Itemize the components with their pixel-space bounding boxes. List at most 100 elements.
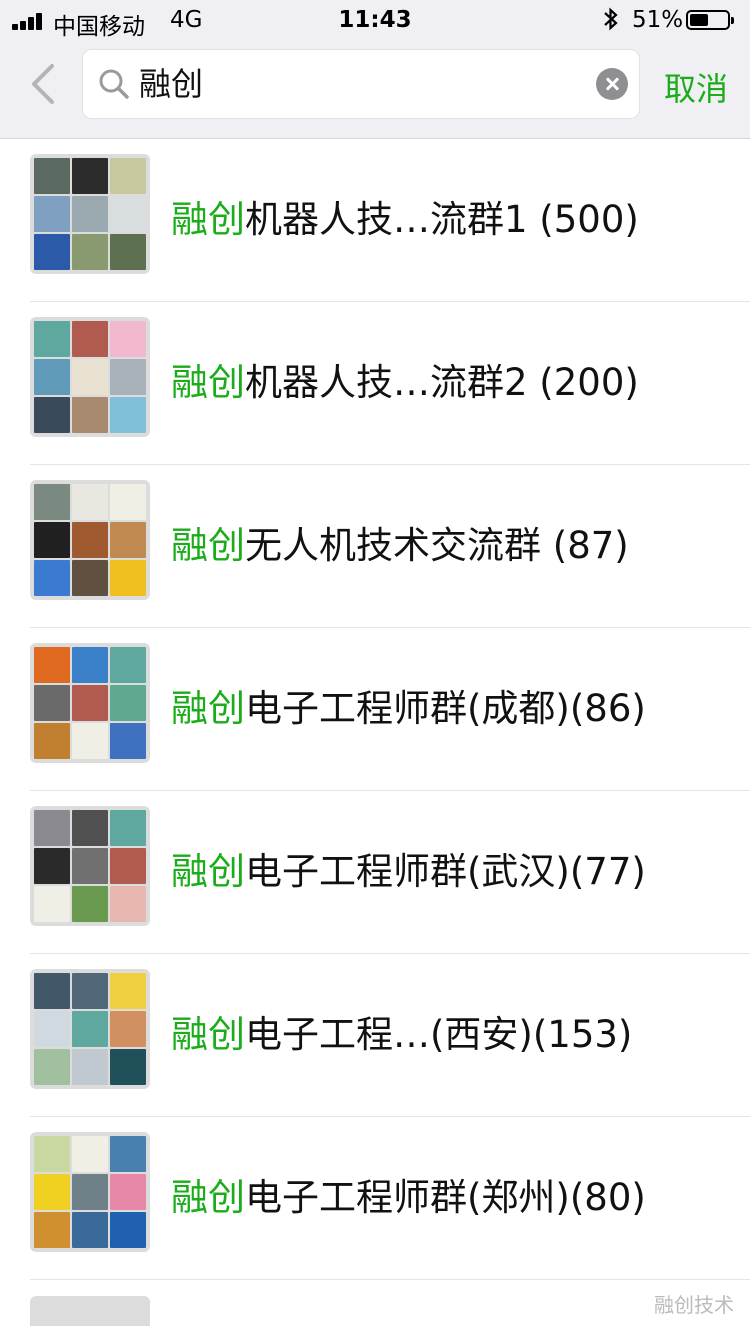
member-avatar-tile [72,973,108,1009]
group-name: 融创无人机技术交流群 (87) [171,515,629,569]
member-avatar-tile [34,886,70,922]
highlight-match: 融创 [171,524,245,567]
back-button[interactable] [28,62,58,106]
member-avatar-tile [72,560,108,596]
result-row[interactable]: 融创机器人技…流群2 (200) [0,302,750,465]
group-avatar [30,1296,150,1326]
member-avatar-tile [110,1174,146,1210]
member-avatar-tile [72,1136,108,1172]
member-avatar-tile [34,973,70,1009]
member-avatar-tile [72,158,108,194]
member-avatar-tile [110,723,146,759]
member-avatar-tile [72,1174,108,1210]
chevron-left-icon [32,64,54,104]
member-avatar-tile [110,1136,146,1172]
group-name-rest: 电子工程…(西安)(153) [245,1013,633,1056]
highlight-match: 融创 [171,687,245,730]
member-avatar-tile [72,359,108,395]
member-avatar-tile [72,1011,108,1047]
group-name: 融创电子工程师群(郑州)(80) [171,1167,646,1221]
member-avatar-tile [110,158,146,194]
member-avatar-tile [34,522,70,558]
member-avatar-tile [72,196,108,232]
member-avatar-tile [110,522,146,558]
member-avatar-tile [34,1212,70,1248]
group-name: 融创机器人技…流群2 (200) [171,352,639,406]
member-avatar-tile [72,886,108,922]
member-avatar-tile [34,321,70,357]
result-row[interactable]: 融创无人机技术交流群 (87) [0,465,750,628]
result-row[interactable]: 融创电子工程…(西安)(153) [0,954,750,1117]
group-avatar [30,806,150,926]
member-avatar-tile [34,359,70,395]
highlight-match: 融创 [171,850,245,893]
bluetooth-icon [603,6,619,38]
member-avatar-tile [72,397,108,433]
result-row-partial[interactable]: 融创技术 [0,1280,750,1326]
search-icon [99,69,129,99]
member-avatar-tile [110,886,146,922]
member-avatar-tile [72,810,108,846]
member-avatar-tile [34,1136,70,1172]
group-avatar [30,317,150,437]
group-avatar [30,643,150,763]
highlight-match: 融创 [171,1176,245,1219]
member-avatar-tile [72,321,108,357]
group-avatar [30,480,150,600]
member-avatar-tile [34,397,70,433]
group-name: 融创电子工程师群(成都)(86) [171,678,646,732]
search-field[interactable] [82,49,640,119]
watermark: 融创技术 [654,1293,734,1317]
member-avatar-tile [72,685,108,721]
member-avatar-tile [72,1212,108,1248]
clear-search-icon[interactable] [596,68,628,100]
member-avatar-tile [72,1049,108,1085]
member-avatar-tile [110,359,146,395]
member-avatar-tile [34,196,70,232]
member-avatar-tile [34,810,70,846]
result-row[interactable]: 融创电子工程师群(武汉)(77) [0,791,750,954]
member-avatar-tile [110,234,146,270]
member-avatar-tile [110,848,146,884]
group-avatar [30,969,150,1089]
member-avatar-tile [34,1049,70,1085]
highlight-match: 融创 [171,1013,245,1056]
group-avatar [30,1132,150,1252]
result-row[interactable]: 融创电子工程师群(郑州)(80) [0,1117,750,1280]
highlight-match: 融创 [171,198,245,241]
result-row[interactable]: 融创电子工程师群(成都)(86) [0,628,750,791]
result-row[interactable]: 融创机器人技…流群1 (500) [0,139,750,302]
member-avatar-tile [34,560,70,596]
search-input[interactable] [139,50,569,118]
member-avatar-tile [34,234,70,270]
group-avatar [30,154,150,274]
member-avatar-tile [72,723,108,759]
member-avatar-tile [110,560,146,596]
member-avatar-tile [72,647,108,683]
group-name-rest: 电子工程师群(成都)(86) [245,687,646,730]
highlight-match: 融创 [171,361,245,404]
battery-icon [686,10,734,30]
group-name-rest: 电子工程师群(郑州)(80) [245,1176,646,1219]
member-avatar-tile [110,1049,146,1085]
member-avatar-tile [110,810,146,846]
group-name: 融创电子工程师群(武汉)(77) [171,841,646,895]
member-avatar-tile [34,484,70,520]
member-avatar-tile [72,522,108,558]
member-avatar-tile [110,484,146,520]
member-avatar-tile [34,1011,70,1047]
member-avatar-tile [34,647,70,683]
member-avatar-tile [110,1011,146,1047]
member-avatar-tile [110,397,146,433]
member-avatar-tile [110,973,146,1009]
member-avatar-tile [34,158,70,194]
member-avatar-tile [72,234,108,270]
search-header: 取消 [0,40,750,139]
group-name-rest: 机器人技…流群2 (200) [245,361,639,404]
cancel-button[interactable]: 取消 [664,64,728,110]
battery-percent: 51% [632,7,684,33]
member-avatar-tile [34,685,70,721]
member-avatar-tile [110,647,146,683]
status-bar: 中国移动 4G 11:43 51% [0,0,750,40]
member-avatar-tile [34,1174,70,1210]
